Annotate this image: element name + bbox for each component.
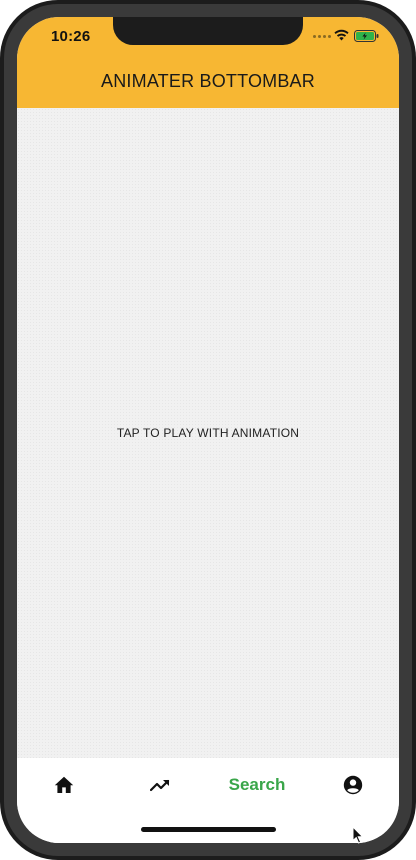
wifi-icon	[334, 29, 349, 41]
device-notch	[113, 17, 303, 45]
app-bar: 10:26 ANIMATER BOTTOMBAR	[17, 17, 399, 108]
bottom-navigation-bar: Search	[17, 758, 399, 843]
nav-item-trending[interactable]	[140, 758, 180, 812]
nav-search-label: Search	[228, 775, 286, 794]
account-circle-icon	[343, 775, 363, 795]
home-indicator[interactable]	[141, 827, 276, 832]
home-icon	[54, 776, 74, 793]
phone-frame: 10:26 ANIMATER BOTTOMBAR TAP TO PLAY WIT…	[0, 0, 416, 860]
battery-icon	[354, 30, 379, 42]
signal-dots-icon	[313, 35, 331, 39]
mouse-cursor-icon	[352, 826, 364, 844]
nav-item-search[interactable]: Search	[212, 758, 302, 812]
tap-message: TAP TO PLAY WITH ANIMATION	[116, 426, 300, 440]
content-area[interactable]: TAP TO PLAY WITH ANIMATION	[17, 108, 399, 758]
app-title: ANIMATER BOTTOMBAR	[101, 71, 315, 91]
nav-item-profile[interactable]	[333, 758, 373, 812]
status-time: 10:26	[51, 28, 91, 45]
trending-up-icon	[150, 779, 170, 792]
app-screen: 10:26 ANIMATER BOTTOMBAR TAP TO PLAY WIT…	[17, 17, 399, 843]
nav-item-home[interactable]	[44, 758, 84, 812]
